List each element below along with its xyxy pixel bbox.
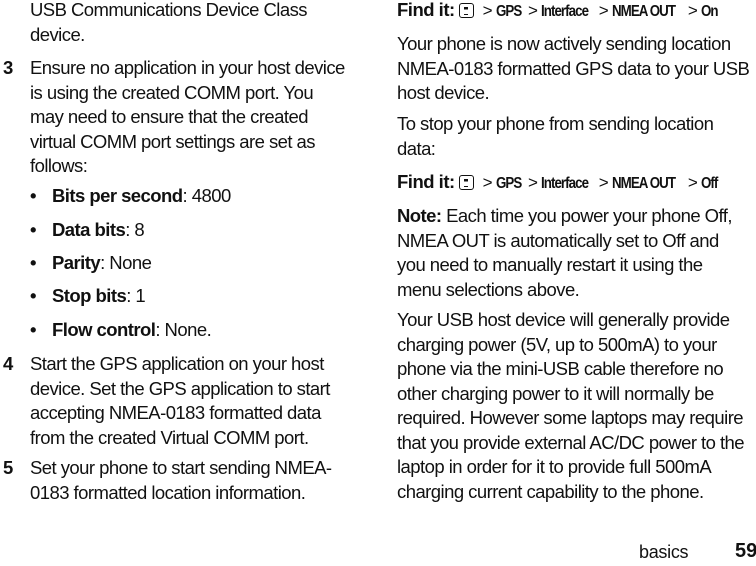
text-line: USB Communications Device Class — [30, 0, 308, 20]
setting-value: : None — [100, 252, 152, 273]
step-text: Start the GPS application on your host d… — [30, 352, 365, 450]
step-number: 5 — [3, 457, 14, 478]
menu-path-gps: GPS — [495, 3, 522, 20]
text-line: Start the GPS application on your host — [30, 353, 324, 374]
text-line: required. However some laptops may requi… — [397, 407, 744, 428]
menu-path-gps: GPS — [495, 175, 522, 192]
step-number: 4 — [3, 353, 14, 374]
note-text: Each time you power your phone Off, — [441, 205, 732, 226]
text-line: Set your phone to start sending NMEA- — [30, 457, 332, 478]
text-line: device. — [30, 23, 85, 45]
menu-path-nmea-out: NMEA OUT — [611, 175, 676, 192]
text-line: Note: Each time you power your phone Off… — [397, 204, 733, 229]
text-line: phone via the mini-USB cable therefore n… — [397, 358, 724, 379]
text-line: charging current capability to the phone… — [397, 480, 704, 502]
menu-path-nmea-out: NMEA OUT — [611, 3, 676, 20]
setting-name: Stop bits — [52, 285, 127, 306]
menu-path-interface: Interface — [540, 175, 589, 192]
note-label: Note: — [397, 205, 442, 226]
setting-value: : None. — [155, 319, 212, 340]
text-line: NMEA-0183 formatted GPS data to your USB — [397, 57, 750, 79]
text-line: laptop in order for it to provide full 5… — [397, 456, 712, 477]
bullet-icon: • — [30, 219, 37, 240]
page-number: 59 — [735, 540, 756, 562]
menu-key-icon — [458, 175, 474, 190]
text-line: you need to manually restart it using th… — [397, 254, 703, 275]
text-line: 0183 formatted location information. — [30, 481, 306, 503]
footer-section-name: basics — [639, 542, 689, 562]
menu-key-icon — [458, 3, 474, 18]
find-it-label: Find it: — [397, 0, 455, 20]
text-line: host device. — [397, 82, 490, 103]
text-line: virtual COMM port settings are set as — [30, 130, 316, 152]
path-separator: > — [482, 173, 493, 192]
sending-paragraph: Your phone is now actively sending locat… — [397, 32, 750, 106]
path-separator: > — [528, 173, 538, 192]
step-number: 3 — [3, 57, 14, 78]
text-line: Your phone is now actively sending locat… — [397, 33, 731, 54]
step-text: Ensure no application in your host devic… — [30, 56, 365, 179]
path-separator: > — [482, 1, 493, 20]
text-line: To stop your phone from sending location — [397, 113, 714, 134]
intro-paragraph: USB Communications Device Class device. — [30, 0, 308, 47]
bullet-icon: • — [30, 252, 37, 273]
setting-name: Data bits — [52, 219, 126, 240]
setting-name: Parity — [52, 252, 101, 273]
step-text: Set your phone to start sending NMEA- 01… — [30, 456, 365, 505]
text-line: from the created Virtual COMM port. — [30, 426, 309, 448]
text-line: follows: — [30, 155, 88, 176]
path-separator: > — [528, 1, 538, 20]
menu-path-interface: Interface — [540, 3, 589, 20]
text-line: menu selections above. — [397, 278, 580, 300]
charging-paragraph: Your USB host device will generally prov… — [397, 308, 745, 504]
text-line: may need to ensure that the created — [30, 106, 309, 127]
setting-value: : 1 — [126, 285, 146, 306]
note-paragraph: Note: Each time you power your phone Off… — [397, 204, 733, 302]
text-line: device. Set the GPS application to start — [30, 377, 330, 399]
text-line: NMEA OUT is automatically set to Off and — [397, 229, 719, 251]
text-line: charging power (5V, up to 500mA) to your — [397, 333, 717, 355]
setting-name: Flow control — [52, 319, 156, 340]
path-separator: > — [687, 173, 698, 192]
text-line: Ensure no application in your host devic… — [30, 57, 345, 78]
bullet-icon: • — [30, 185, 37, 206]
setting-value: : 8 — [125, 219, 145, 240]
text-line: accepting NMEA-0183 formatted data — [30, 402, 321, 423]
find-it-label: Find it: — [397, 171, 455, 192]
menu-path-on: On — [700, 3, 719, 20]
text-line: is using the created COMM port. You — [30, 81, 314, 103]
find-it-nmea-on: Find it: > GPS > Interface > NMEA OUT > On — [397, 0, 720, 25]
setting-name: Bits per second — [52, 185, 183, 206]
path-separator: > — [687, 1, 698, 20]
bullet-icon: • — [30, 285, 37, 306]
setting-value: : 4800 — [182, 185, 232, 206]
stop-paragraph: To stop your phone from sending location… — [397, 112, 714, 161]
menu-path-off: Off — [700, 175, 718, 192]
text-line: data: — [397, 137, 436, 159]
text-line: that you provide external AC/DC power to… — [397, 431, 745, 453]
bullet-icon: • — [30, 319, 37, 340]
path-separator: > — [598, 1, 609, 20]
text-line: Your USB host device will generally prov… — [397, 309, 730, 330]
path-separator: > — [598, 173, 609, 192]
find-it-nmea-off: Find it: > GPS > Interface > NMEA OUT > Off — [397, 170, 720, 197]
text-line: other charging power to it will normally… — [397, 382, 714, 404]
